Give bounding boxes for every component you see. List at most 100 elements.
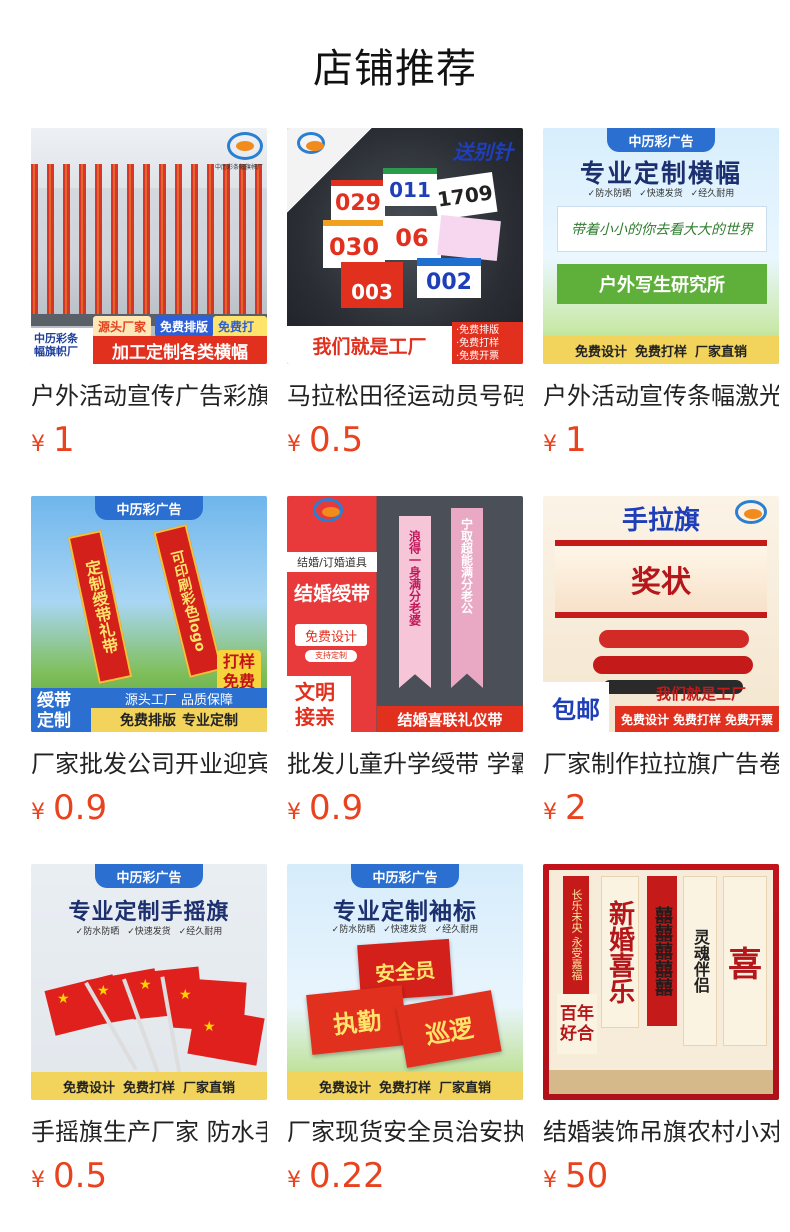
strip-text: 源头工厂 品质保障 bbox=[91, 688, 267, 708]
bottom-perk: 免费排版 bbox=[120, 713, 176, 729]
price-value: 50 bbox=[565, 1156, 609, 1196]
headline: 结婚绶带 bbox=[293, 582, 370, 605]
race-number: 029 bbox=[331, 180, 385, 220]
product-price: ¥ 1 bbox=[543, 420, 779, 464]
product-title[interactable]: 手摇旗生产厂家 防水手摇旗 bbox=[31, 1114, 267, 1150]
sash: 浪得一身满分老婆 bbox=[399, 516, 431, 688]
product-card[interactable]: 送别针 029 011 1709 030 06 003 002 我们就是工厂 ·… bbox=[287, 128, 523, 464]
corner-label: 文明接亲 bbox=[287, 676, 351, 732]
headline: 专业定制横幅 bbox=[579, 159, 742, 188]
corner-label: 绶带定制 bbox=[31, 688, 91, 732]
currency-symbol: ¥ bbox=[287, 1168, 301, 1193]
sash: 定制绶带礼带 bbox=[67, 530, 133, 684]
product-title[interactable]: 户外活动宣传广告彩旗定做 bbox=[31, 378, 267, 414]
free-design-button: 免费设计 bbox=[295, 624, 367, 646]
sample-banner: 带着小小的你去看大大的世界 bbox=[557, 206, 767, 252]
bottom-perk: 免费开票 bbox=[725, 712, 774, 727]
brand-label: 中历彩条幅旗帜厂 bbox=[215, 164, 264, 171]
bottom-bar: 免费设计 免费打样 厂家直销 bbox=[543, 336, 779, 364]
flag-graphic bbox=[187, 1006, 265, 1066]
price-value: 0.22 bbox=[309, 1156, 385, 1196]
bottom-perk: 免费打样 bbox=[672, 712, 721, 727]
couplet-scroll: 新婚喜乐 bbox=[601, 876, 639, 1028]
price-value: 0.9 bbox=[53, 788, 108, 828]
sub-label: 支持定制 bbox=[305, 650, 357, 662]
bottom-perk: 厂家直销 bbox=[183, 1080, 236, 1096]
product-thumbnail[interactable]: 中历彩广告 专业定制袖标 ✓防水防晒 ✓快速发货 ✓经久耐用 安全员 执勤 巡逻… bbox=[287, 864, 523, 1100]
brand-ribbon: 中历彩广告 bbox=[95, 496, 203, 520]
brand-logo-icon bbox=[313, 498, 343, 522]
bottom-bar: 免费设计 免费打样 厂家直销 bbox=[287, 1072, 523, 1100]
product-title[interactable]: 厂家制作拉拉旗广告卷轴 bbox=[543, 746, 779, 782]
bottom-perk: 免费设计 bbox=[318, 1080, 371, 1096]
couplet-scroll: 喜 bbox=[723, 876, 767, 1046]
race-number: 002 bbox=[417, 258, 481, 298]
sash: 可印刷彩色logo bbox=[153, 524, 223, 678]
bottom-perk: 免费设计 bbox=[62, 1080, 115, 1096]
bottom-perk: 厂家直销 bbox=[439, 1080, 492, 1096]
product-title[interactable]: 结婚装饰吊旗农村小对联 bbox=[543, 1114, 779, 1150]
sash: 宁取超能满分老公 bbox=[451, 508, 483, 688]
product-price: ¥ 0.5 bbox=[31, 1156, 267, 1200]
product-price: ¥ 0.22 bbox=[287, 1156, 523, 1200]
product-thumbnail[interactable]: 中历彩广告 专业定制手摇旗 ✓防水防晒 ✓快速发货 ✓经久耐用 ★ ★ ★ ★ … bbox=[31, 864, 267, 1100]
product-thumbnail[interactable]: 手拉旗 奖状 包邮 我们就是工厂 免费设计 免费打样 免费开票 bbox=[543, 496, 779, 732]
price-value: 1 bbox=[53, 420, 75, 460]
couplet-scroll: 长乐未央 永受嘉福 bbox=[563, 876, 589, 994]
product-card[interactable]: 中历彩广告 专业定制手摇旗 ✓防水防晒 ✓快速发货 ✓经久耐用 ★ ★ ★ ★ … bbox=[31, 864, 267, 1200]
race-number: 1709 bbox=[432, 172, 498, 220]
product-thumbnail[interactable]: 结婚/订婚道具 结婚绶带 免费设计 支持定制 浪得一身满分老婆 宁取超能满分老公… bbox=[287, 496, 523, 732]
product-card[interactable]: 长乐未央 永受嘉福 新婚喜乐 囍囍囍囍囍 灵魂伴侣 喜 百年好合 结婚装饰吊旗农… bbox=[543, 864, 779, 1200]
bottom-perk: 免费设计 bbox=[574, 344, 627, 360]
product-price: ¥ 50 bbox=[543, 1156, 779, 1200]
armband: 巡逻 bbox=[396, 990, 502, 1068]
product-card[interactable]: 中历彩广告 专业定制横幅 ✓防水防晒 ✓快速发货 ✓经久耐用 带着小小的你去看大… bbox=[543, 128, 779, 464]
brand-ribbon: 中历彩广告 bbox=[607, 128, 715, 152]
brand-logo-icon bbox=[297, 132, 325, 154]
promo-tag: 源头厂家 bbox=[93, 316, 152, 337]
product-thumbnail[interactable]: 长乐未央 永受嘉福 新婚喜乐 囍囍囍囍囍 灵魂伴侣 喜 百年好合 bbox=[543, 864, 779, 1100]
feature-item: ✓防水防晒 bbox=[331, 925, 376, 935]
product-title[interactable]: 马拉松田径运动员号码布 bbox=[287, 378, 523, 414]
star-icon: ★ bbox=[57, 991, 70, 1007]
feature-item: ✓快速发货 bbox=[127, 927, 171, 937]
currency-symbol: ¥ bbox=[543, 432, 557, 457]
product-thumbnail[interactable]: 送别针 029 011 1709 030 06 003 002 我们就是工厂 ·… bbox=[287, 128, 523, 364]
product-title[interactable]: 厂家批发公司开业迎宾绶带 bbox=[31, 746, 267, 782]
bottom-perk: 厂家直销 bbox=[695, 344, 748, 360]
race-number: 011 bbox=[383, 168, 437, 206]
star-icon: ★ bbox=[179, 987, 192, 1003]
product-card[interactable]: 结婚/订婚道具 结婚绶带 免费设计 支持定制 浪得一身满分老婆 宁取超能满分老公… bbox=[287, 496, 523, 832]
perk: ·免费排版 bbox=[456, 325, 500, 336]
product-title[interactable]: 批发儿童升学绶带 学霸 bbox=[287, 746, 523, 782]
product-price: ¥ 0.9 bbox=[287, 788, 523, 832]
product-card[interactable]: 中历彩条幅旗帜厂 源头厂家 免费排版 免费打样 中历彩条幅旗帜厂 加工定制各类横… bbox=[31, 128, 267, 464]
sample-banner: 户外写生研究所 bbox=[557, 264, 767, 304]
perk: ·免费开票 bbox=[456, 351, 500, 362]
bottom-perk: 免费打样 bbox=[122, 1080, 175, 1096]
product-thumbnail[interactable]: 中历彩广告 定制绶带礼带 可印刷彩色logo 打样免费 绶带定制 源头工厂 品质… bbox=[31, 496, 267, 732]
couplet-scroll: 囍囍囍囍囍 bbox=[647, 876, 677, 1026]
product-title[interactable]: 厂家现货安全员治安执勤 bbox=[287, 1114, 523, 1150]
product-card[interactable]: 中历彩广告 定制绶带礼带 可印刷彩色logo 打样免费 绶带定制 源头工厂 品质… bbox=[31, 496, 267, 832]
product-price: ¥ 0.9 bbox=[31, 788, 267, 832]
product-price: ¥ 1 bbox=[31, 420, 267, 464]
feature-item: ✓经久耐用 bbox=[690, 189, 735, 199]
product-card[interactable]: 中历彩广告 专业定制袖标 ✓防水防晒 ✓快速发货 ✓经久耐用 安全员 执勤 巡逻… bbox=[287, 864, 523, 1200]
star-icon: ★ bbox=[139, 977, 152, 993]
price-value: 0.5 bbox=[53, 1156, 108, 1196]
banner-text: 加工定制各类横幅 bbox=[93, 336, 267, 364]
brand-corner: 中历彩条 幅旗帜厂 bbox=[31, 328, 93, 364]
product-grid: 中历彩条幅旗帜厂 源头厂家 免费排版 免费打样 中历彩条幅旗帜厂 加工定制各类横… bbox=[0, 0, 790, 1232]
brand-ribbon: 中历彩广告 bbox=[351, 864, 459, 888]
product-thumbnail[interactable]: 中历彩条幅旗帜厂 源头厂家 免费排版 免费打样 中历彩条幅旗帜厂 加工定制各类横… bbox=[31, 128, 267, 364]
product-title[interactable]: 户外活动宣传条幅激光横幅 bbox=[543, 378, 779, 414]
headline: 专业定制手摇旗 bbox=[68, 899, 230, 925]
feature-item: ✓经久耐用 bbox=[434, 925, 479, 935]
currency-symbol: ¥ bbox=[287, 800, 301, 825]
brand-ribbon: 中历彩广告 bbox=[95, 864, 203, 888]
product-card[interactable]: 手拉旗 奖状 包邮 我们就是工厂 免费设计 免费打样 免费开票 厂家制作拉拉旗广… bbox=[543, 496, 779, 832]
armband: 执勤 bbox=[306, 985, 408, 1055]
race-number: 030 bbox=[323, 220, 385, 268]
product-thumbnail[interactable]: 中历彩广告 专业定制横幅 ✓防水防晒 ✓快速发货 ✓经久耐用 带着小小的你去看大… bbox=[543, 128, 779, 364]
